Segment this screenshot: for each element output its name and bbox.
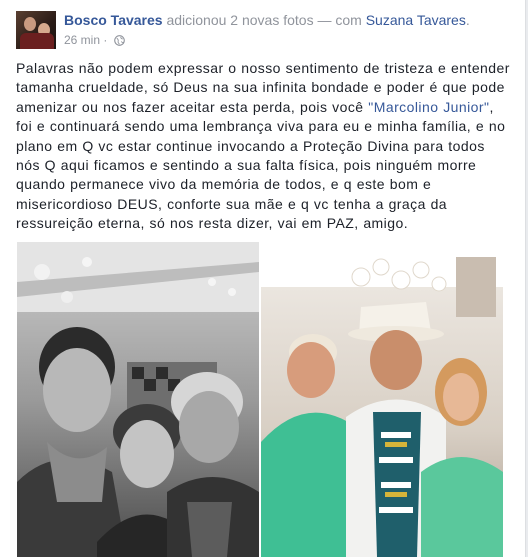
mentioned-name-link[interactable]: "Marcolino Junior": [368, 99, 489, 115]
post-meta: 26 min ·: [64, 33, 125, 49]
author-avatar[interactable]: [16, 11, 56, 49]
tagged-person-link[interactable]: Suzana Tavares: [366, 12, 466, 28]
with-separator: — com: [317, 12, 362, 28]
post-header: Bosco Tavares adicionou 2 novas fotos — …: [64, 12, 470, 28]
photo-2[interactable]: [261, 242, 503, 557]
meta-dot: ·: [103, 33, 108, 47]
globe-icon[interactable]: [113, 35, 125, 49]
post-action-text: adicionou 2 novas fotos: [166, 12, 314, 28]
header-period: .: [465, 12, 470, 28]
feed-post: Bosco Tavares adicionou 2 novas fotos — …: [0, 0, 526, 557]
author-name-link[interactable]: Bosco Tavares: [64, 12, 163, 28]
post-message: Palavras não podem expressar o nosso sen…: [16, 59, 512, 234]
post-timestamp[interactable]: 26 min: [64, 33, 100, 47]
photo-1[interactable]: [17, 242, 259, 557]
post-text-part2: , foi e continuará sendo uma lembrança v…: [16, 98, 506, 232]
